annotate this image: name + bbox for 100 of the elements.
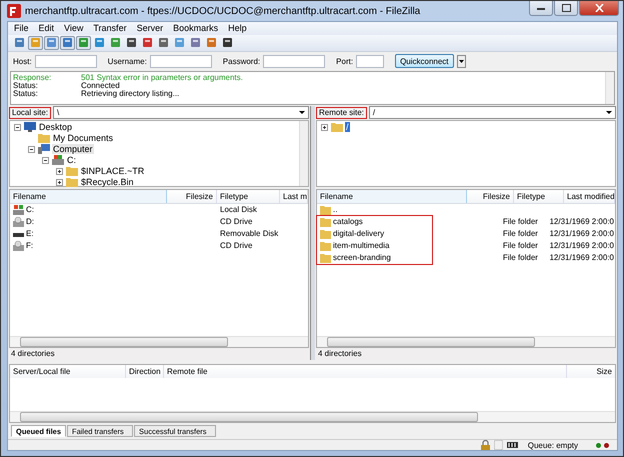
- file-name[interactable]: F:: [26, 241, 34, 250]
- log-message: 501 Syntax error in parameters or arguments.: [81, 74, 243, 82]
- input-field[interactable]: [263, 54, 326, 68]
- column-header[interactable]: Last modified: [564, 190, 615, 203]
- menu-item[interactable]: Edit: [38, 23, 54, 34]
- menu-item[interactable]: Help: [228, 23, 247, 34]
- file-name[interactable]: ..: [333, 205, 338, 214]
- scrollbar[interactable]: [605, 72, 614, 104]
- remote-site-field[interactable]: /: [368, 106, 616, 120]
- modified-date: 12/31/1969 2:00:0: [549, 217, 614, 226]
- computer-icon: [38, 144, 50, 154]
- expander-icon[interactable]: [14, 124, 21, 131]
- window-title: merchantftp.ultracart.com - ftpes://UCDOC/UCDOC@merchantftp.ultracart.com - FileZilla: [25, 6, 420, 16]
- menu-item[interactable]: View: [64, 23, 84, 34]
- tree-item[interactable]: C:: [66, 155, 77, 166]
- file-name[interactable]: screen-branding: [333, 253, 391, 262]
- file-type: Local Disk: [219, 205, 258, 214]
- column-header[interactable]: Filename: [10, 190, 167, 203]
- folder-icon: [320, 252, 331, 263]
- field-label: Password:: [222, 56, 260, 66]
- drive-icon: [13, 204, 24, 215]
- folder-icon: [331, 122, 343, 132]
- file-type: File folder: [502, 229, 538, 238]
- menu-item[interactable]: Transfer: [93, 23, 127, 34]
- field-label: Port:: [336, 56, 354, 66]
- directory-count: 4 directories: [318, 349, 362, 358]
- folder-icon: [320, 216, 331, 227]
- dropdown-button[interactable]: [456, 54, 466, 68]
- tree-item[interactable]: Desktop: [38, 122, 74, 132]
- cd-drive-icon: [13, 240, 24, 251]
- caret-icon[interactable]: [299, 111, 305, 114]
- local-site-field[interactable]: \: [53, 106, 309, 120]
- column-header[interactable]: Filetype: [514, 190, 564, 203]
- expander-icon[interactable]: [56, 168, 63, 175]
- column-header[interactable]: Size: [567, 365, 615, 378]
- tree-item[interactable]: $Recycle.Bin: [80, 177, 135, 188]
- app-logo-icon: [7, 4, 21, 18]
- menu-item[interactable]: Server: [136, 23, 164, 34]
- minimize-icon: [537, 6, 545, 10]
- menu-item[interactable]: Bookmarks: [173, 23, 218, 34]
- scrollbar[interactable]: [10, 411, 615, 422]
- close-button[interactable]: [579, 1, 619, 16]
- grid-icon: [494, 440, 503, 450]
- input-field[interactable]: [356, 54, 384, 68]
- scrollbar[interactable]: [299, 120, 308, 186]
- expander-icon[interactable]: [28, 146, 35, 153]
- folder-icon: [66, 166, 78, 176]
- expander-icon[interactable]: [42, 156, 49, 164]
- monitor-icon: [24, 122, 36, 132]
- file-type: CD Drive: [219, 217, 254, 226]
- minimize-button[interactable]: [529, 1, 553, 16]
- file-type: File folder: [502, 241, 538, 250]
- file-type: Removable Disk: [219, 229, 280, 238]
- toolbar-button[interactable]: [220, 36, 235, 50]
- file-name[interactable]: item-multimedia: [333, 241, 390, 250]
- drive-icon: [52, 155, 64, 166]
- modified-date: 12/31/1969 2:00:0: [549, 229, 614, 238]
- tree-item[interactable]: /: [345, 122, 350, 132]
- binary-icon: [506, 442, 518, 448]
- caret-icon[interactable]: [606, 111, 612, 114]
- quickconnect-button[interactable]: Quickconnect: [395, 54, 454, 68]
- toolbar-button[interactable]: [124, 36, 139, 50]
- field-label: Username:: [108, 56, 147, 66]
- column-header[interactable]: Filesize: [467, 190, 514, 203]
- file-name[interactable]: catalogs: [333, 217, 363, 226]
- scrollbar[interactable]: [317, 336, 615, 348]
- toolbar-button[interactable]: [156, 36, 171, 50]
- file-name[interactable]: digital-delivery: [333, 229, 384, 238]
- caret-icon: [458, 60, 464, 63]
- folder-icon: [38, 133, 50, 144]
- tree-item[interactable]: Computer: [52, 144, 94, 154]
- file-name[interactable]: D:: [26, 217, 34, 226]
- tree-item[interactable]: $INPLACE.~TR: [80, 166, 146, 176]
- file-name[interactable]: E:: [26, 229, 34, 238]
- directory-count: 4 directories: [11, 349, 55, 358]
- folder-icon: [320, 240, 331, 251]
- file-name[interactable]: C:: [26, 205, 34, 214]
- log-message: Retrieving directory listing...: [81, 90, 180, 98]
- column-header[interactable]: Last m: [280, 190, 308, 203]
- log-label: Status:: [13, 90, 39, 98]
- column-header[interactable]: Direction: [126, 365, 164, 378]
- column-header[interactable]: Server/Local file: [10, 365, 126, 378]
- column-header[interactable]: Filesize: [167, 190, 217, 203]
- maximize-button[interactable]: [554, 1, 578, 16]
- expander-icon[interactable]: [321, 124, 329, 131]
- local-site-label: Local site:: [9, 106, 52, 119]
- menu-item[interactable]: File: [14, 23, 29, 34]
- scrollbar[interactable]: [10, 336, 308, 348]
- input-field[interactable]: [34, 54, 97, 68]
- modified-date: 12/31/1969 2:00:0: [549, 253, 614, 262]
- column-header[interactable]: Filetype: [217, 190, 280, 203]
- column-header[interactable]: Remote file: [164, 365, 567, 378]
- maximize-icon: [562, 4, 570, 12]
- file-type: File folder: [502, 253, 538, 262]
- file-type: CD Drive: [219, 241, 254, 250]
- column-header[interactable]: Filename: [317, 190, 467, 203]
- input-field[interactable]: [150, 54, 212, 68]
- expander-icon[interactable]: [56, 178, 63, 186]
- log-message: Connected: [81, 82, 120, 90]
- tree-item[interactable]: My Documents: [52, 133, 114, 144]
